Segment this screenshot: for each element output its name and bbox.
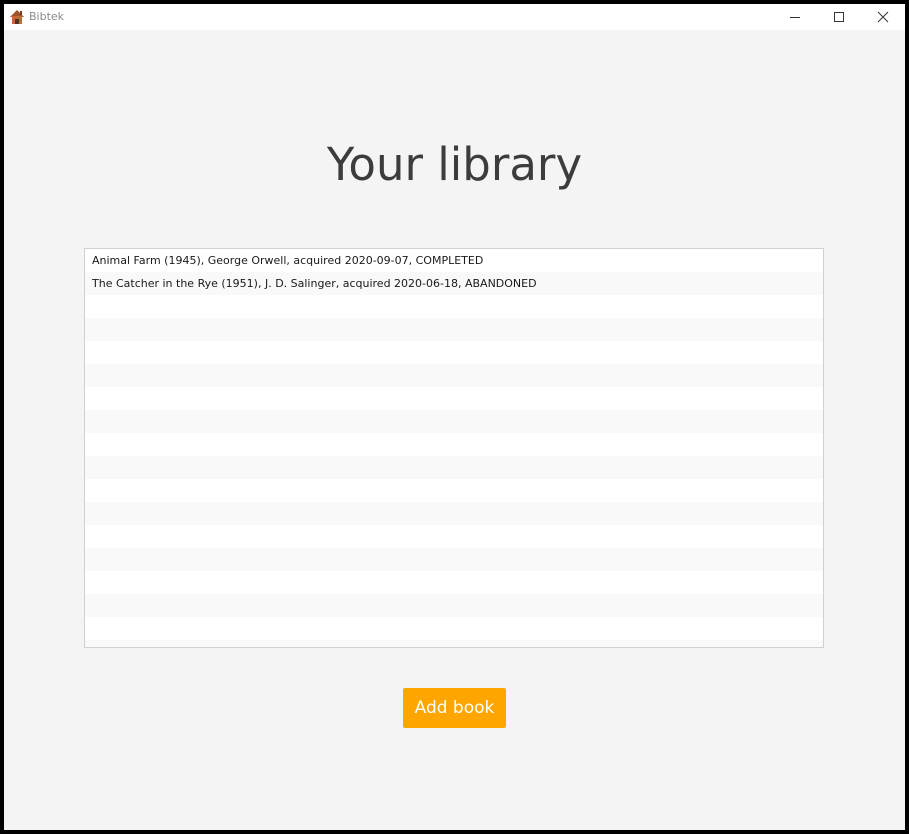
title-bar[interactable]: Bibtek [4,4,905,30]
empty-list-row [85,548,823,571]
empty-list-row [85,295,823,318]
window-title: Bibtek [29,10,65,23]
empty-list-row [85,594,823,617]
house-icon [9,9,25,25]
close-button[interactable] [861,4,905,30]
empty-list-row [85,341,823,364]
empty-list-row [85,525,823,548]
close-icon [877,8,889,27]
empty-list-row [85,456,823,479]
empty-list-row [85,617,823,640]
empty-list-row [85,433,823,456]
book-list[interactable]: Animal Farm (1945), George Orwell, acqui… [84,248,824,648]
minimize-icon [789,8,801,27]
empty-list-row [85,640,823,647]
page-title: Your library [326,138,583,191]
list-item[interactable]: The Catcher in the Rye (1951), J. D. Sal… [85,272,823,295]
add-book-button[interactable]: Add book [403,688,506,728]
list-item[interactable]: Animal Farm (1945), George Orwell, acqui… [85,249,823,272]
empty-list-row [85,318,823,341]
empty-list-row [85,571,823,594]
maximize-button[interactable] [817,4,861,30]
minimize-button[interactable] [773,4,817,30]
app-window: Bibtek Your library Animal Farm (1945), … [4,4,905,830]
empty-list-row [85,387,823,410]
empty-list-row [85,364,823,387]
maximize-icon [833,8,845,27]
empty-list-row [85,410,823,433]
empty-list-row [85,479,823,502]
empty-list-row [85,502,823,525]
